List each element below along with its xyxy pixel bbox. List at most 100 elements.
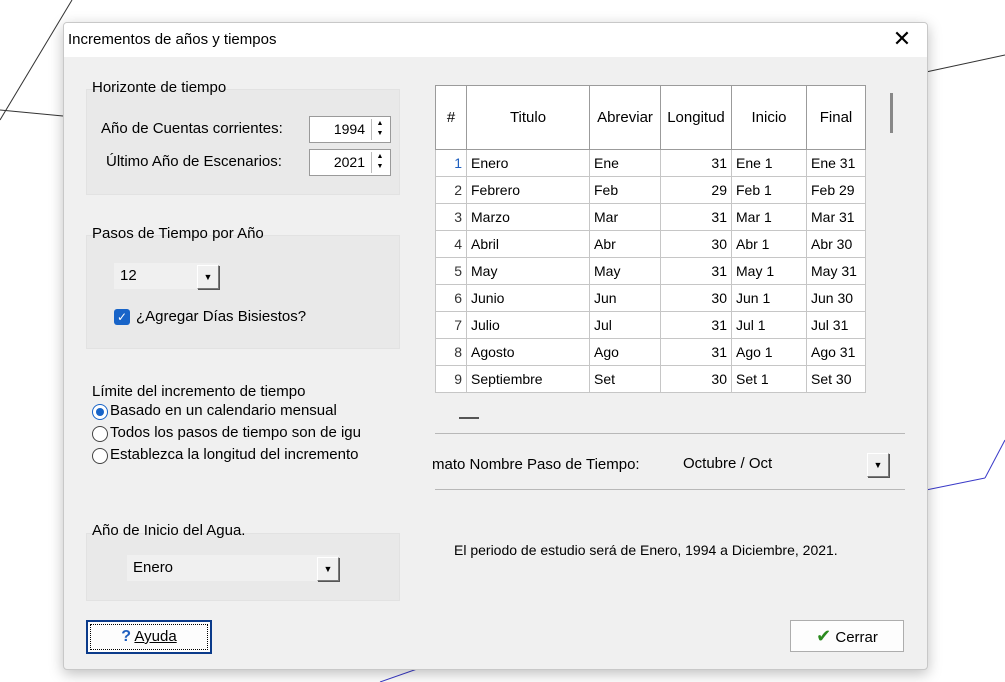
radio-equal-steps-label[interactable]: Todos los pasos de tiempo son de igu bbox=[110, 424, 402, 441]
close-icon[interactable]: ✕ bbox=[885, 26, 919, 54]
radio-monthly[interactable] bbox=[92, 404, 108, 420]
leap-days-label[interactable]: ¿Agregar Días Bisiestos? bbox=[136, 308, 306, 325]
steps-value: 12 bbox=[120, 267, 137, 284]
splitter-handle[interactable] bbox=[459, 417, 479, 419]
table-cell[interactable]: Agosto bbox=[466, 338, 590, 366]
table-row[interactable]: 9 Septiembre Set 30 Set 1 Set 30 bbox=[435, 365, 866, 393]
table-row[interactable]: 3 Marzo Mar 31 Mar 1 Mar 31 bbox=[435, 203, 866, 231]
table-cell: Ene 31 bbox=[806, 149, 866, 177]
table-row[interactable]: 7 Julio Jul 31 Jul 1 Jul 31 bbox=[435, 311, 866, 339]
table-cell: Set 30 bbox=[806, 365, 866, 393]
col-header-title[interactable]: Titulo bbox=[466, 85, 590, 150]
col-header-start[interactable]: Inicio bbox=[731, 85, 807, 150]
table-cell[interactable]: 31 bbox=[660, 311, 732, 339]
checkmark-icon: ✔ bbox=[816, 626, 832, 646]
horizon-group-label: Horizonte de tiempo bbox=[92, 79, 227, 96]
table-cell: 1 bbox=[435, 149, 467, 177]
help-button[interactable]: ? Ayuda bbox=[86, 620, 212, 654]
water-year-dropdown[interactable]: Enero ▼ bbox=[127, 555, 339, 581]
spin-up-icon[interactable]: ▲ bbox=[372, 152, 388, 162]
table-cell[interactable]: Ene bbox=[589, 149, 661, 177]
close-button[interactable]: ✔ Cerrar bbox=[790, 620, 904, 652]
table-scroll-thumb[interactable] bbox=[890, 93, 893, 133]
table-cell: Mar 1 bbox=[731, 203, 807, 231]
col-header-length[interactable]: Longitud bbox=[660, 85, 732, 150]
table-cell[interactable]: Enero bbox=[466, 149, 590, 177]
table-divider bbox=[435, 433, 905, 434]
col-header-abbrev[interactable]: Abreviar bbox=[589, 85, 661, 150]
format-dropdown[interactable]: Octubre / Oct ▼ bbox=[677, 451, 889, 477]
table-cell[interactable]: 30 bbox=[660, 365, 732, 393]
spin-down-icon[interactable]: ▼ bbox=[372, 162, 388, 172]
table-cell[interactable]: Junio bbox=[466, 284, 590, 312]
format-label: mato Nombre Paso de Tiempo: bbox=[432, 456, 640, 473]
table-cell: 9 bbox=[435, 365, 467, 393]
table-cell[interactable]: 31 bbox=[660, 203, 732, 231]
table-cell[interactable]: May bbox=[589, 257, 661, 285]
table-cell[interactable]: Julio bbox=[466, 311, 590, 339]
radio-monthly-label[interactable]: Basado en un calendario mensual bbox=[110, 402, 337, 419]
table-cell[interactable]: Set bbox=[589, 365, 661, 393]
table-cell[interactable]: 30 bbox=[660, 284, 732, 312]
table-row[interactable]: 6 Junio Jun 30 Jun 1 Jun 30 bbox=[435, 284, 866, 312]
table-cell: Ene 1 bbox=[731, 149, 807, 177]
spin-up-icon[interactable]: ▲ bbox=[372, 119, 388, 129]
table-cell[interactable]: 30 bbox=[660, 230, 732, 258]
table-cell[interactable]: 29 bbox=[660, 176, 732, 204]
table-cell[interactable]: Septiembre bbox=[466, 365, 590, 393]
table-cell: Abr 30 bbox=[806, 230, 866, 258]
radio-custom-length-label[interactable]: Establezca la longitud del incremento bbox=[110, 446, 402, 463]
last-year-arrows[interactable]: ▲ ▼ bbox=[371, 152, 388, 173]
spin-down-icon[interactable]: ▼ bbox=[372, 129, 388, 139]
table-cell[interactable]: May bbox=[466, 257, 590, 285]
increments-dialog: Incrementos de años y tiempos ✕ Horizont… bbox=[63, 22, 928, 670]
table-cell[interactable]: 31 bbox=[660, 257, 732, 285]
table-cell: May 1 bbox=[731, 257, 807, 285]
chevron-down-icon[interactable]: ▼ bbox=[867, 453, 889, 477]
table-cell: 7 bbox=[435, 311, 467, 339]
table-row[interactable]: 8 Agosto Ago 31 Ago 1 Ago 31 bbox=[435, 338, 866, 366]
table-cell[interactable]: 31 bbox=[660, 149, 732, 177]
table-cell: 3 bbox=[435, 203, 467, 231]
table-cell[interactable]: Jun bbox=[589, 284, 661, 312]
months-table[interactable]: # Titulo Abreviar Longitud Inicio Final … bbox=[435, 85, 866, 393]
table-row[interactable]: 1 Enero Ene 31 Ene 1 Ene 31 bbox=[435, 149, 866, 177]
table-cell[interactable]: Jul bbox=[589, 311, 661, 339]
table-row[interactable]: 4 Abril Abr 30 Abr 1 Abr 30 bbox=[435, 230, 866, 258]
table-cell[interactable]: Abr bbox=[589, 230, 661, 258]
chevron-down-icon[interactable]: ▼ bbox=[317, 557, 339, 581]
table-cell: 8 bbox=[435, 338, 467, 366]
water-year-group-label: Año de Inicio del Agua. bbox=[92, 522, 246, 539]
table-row[interactable]: 5 May May 31 May 1 May 31 bbox=[435, 257, 866, 285]
dialog-title: Incrementos de años y tiempos bbox=[68, 31, 277, 48]
steps-group-label: Pasos de Tiempo por Año bbox=[92, 225, 264, 242]
table-cell[interactable]: Marzo bbox=[466, 203, 590, 231]
current-year-value: 1994 bbox=[333, 121, 365, 137]
steps-dropdown[interactable]: 12 ▼ bbox=[114, 263, 219, 289]
help-icon: ? bbox=[121, 628, 132, 645]
table-cell[interactable]: Abril bbox=[466, 230, 590, 258]
format-divider bbox=[435, 489, 905, 490]
last-year-label: Último Año de Escenarios: bbox=[106, 153, 282, 170]
radio-custom-length[interactable] bbox=[92, 448, 108, 464]
table-cell: 2 bbox=[435, 176, 467, 204]
col-header-number[interactable]: # bbox=[435, 85, 467, 150]
table-cell[interactable]: Febrero bbox=[466, 176, 590, 204]
chevron-down-icon[interactable]: ▼ bbox=[197, 265, 219, 289]
study-period-summary: El periodo de estudio será de Enero, 199… bbox=[454, 542, 838, 558]
close-label: Cerrar bbox=[835, 629, 878, 646]
water-year-value: Enero bbox=[133, 559, 174, 576]
last-year-spinner[interactable]: 2021 ▲ ▼ bbox=[309, 149, 391, 176]
current-year-arrows[interactable]: ▲ ▼ bbox=[371, 119, 388, 140]
radio-equal-steps[interactable] bbox=[92, 426, 108, 442]
table-row[interactable]: 2 Febrero Feb 29 Feb 1 Feb 29 bbox=[435, 176, 866, 204]
steps-group bbox=[86, 235, 400, 349]
table-cell[interactable]: Ago bbox=[589, 338, 661, 366]
table-cell[interactable]: 31 bbox=[660, 338, 732, 366]
current-year-spinner[interactable]: 1994 ▲ ▼ bbox=[309, 116, 391, 143]
table-cell: 5 bbox=[435, 257, 467, 285]
col-header-end[interactable]: Final bbox=[806, 85, 866, 150]
table-cell[interactable]: Feb bbox=[589, 176, 661, 204]
table-cell[interactable]: Mar bbox=[589, 203, 661, 231]
leap-days-checkbox[interactable]: ✓ bbox=[114, 309, 130, 325]
